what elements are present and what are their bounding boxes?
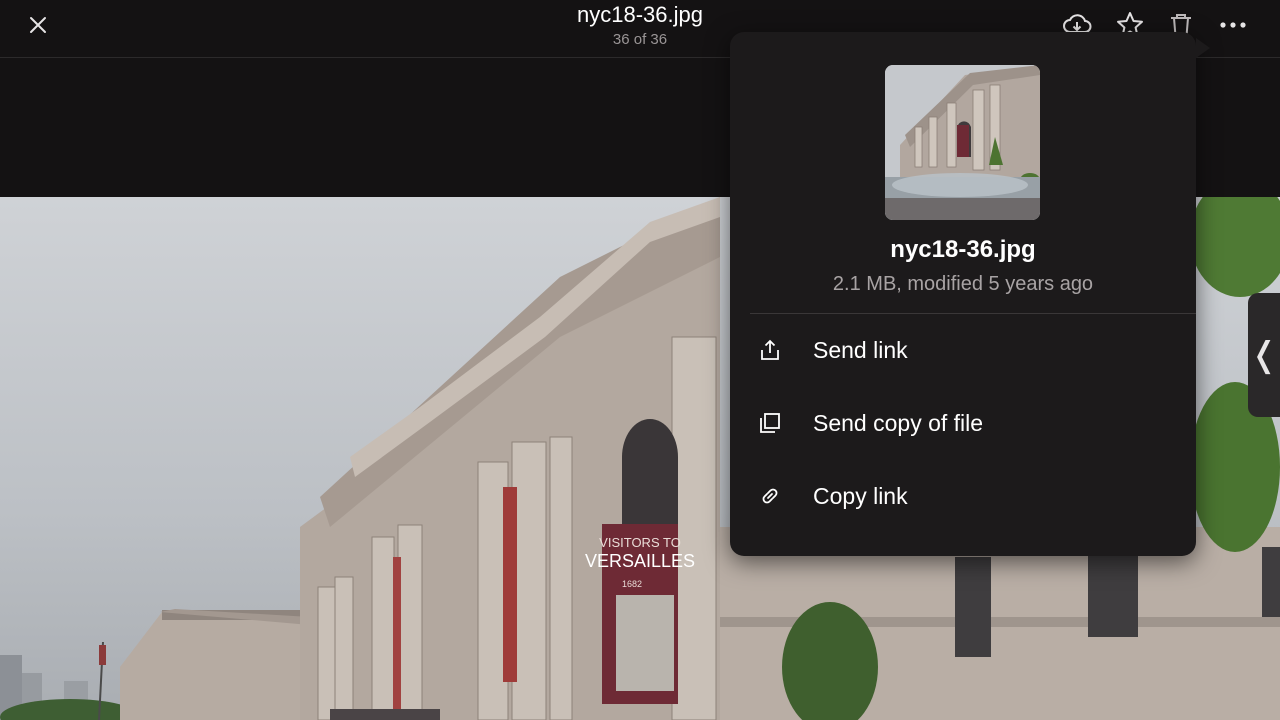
menu-item-copy-link[interactable]: Copy link	[730, 466, 1196, 526]
menu-file-meta: 2.1 MB, modified 5 years ago	[832, 273, 1094, 295]
more-button[interactable]	[1216, 8, 1250, 42]
menu-item-label: Send copy of file	[813, 409, 984, 436]
more-icon	[1220, 22, 1246, 28]
menu-item-send-link[interactable]: Send link	[730, 320, 1196, 380]
side-panel-toggle[interactable]: ❬	[1248, 293, 1280, 417]
chevron-left-icon: ❬	[1249, 335, 1279, 375]
menu-item-send-copy[interactable]: Send copy of file	[730, 393, 1196, 453]
banner-line-2: VERSAILLES	[585, 551, 695, 571]
close-icon	[30, 17, 46, 33]
file-options-menu: nyc18-36.jpg 2.1 MB, modified 5 years ag…	[730, 32, 1210, 556]
menu-divider	[750, 313, 1196, 314]
link-icon	[758, 484, 782, 508]
banner-line-1: VISITORS TO	[599, 535, 681, 550]
file-title: nyc18-36.jpg	[577, 2, 703, 27]
thumbnail-image	[885, 65, 1040, 220]
menu-item-label: Copy link	[813, 482, 908, 509]
close-button[interactable]	[22, 9, 54, 41]
copy-file-icon	[758, 411, 782, 435]
file-thumbnail	[885, 65, 1040, 220]
menu-item-label: Send link	[813, 336, 908, 363]
banner-year: 1682	[622, 579, 642, 589]
share-icon	[758, 338, 782, 362]
menu-file-name: nyc18-36.jpg	[890, 236, 1036, 263]
menu-pointer	[1196, 38, 1210, 58]
